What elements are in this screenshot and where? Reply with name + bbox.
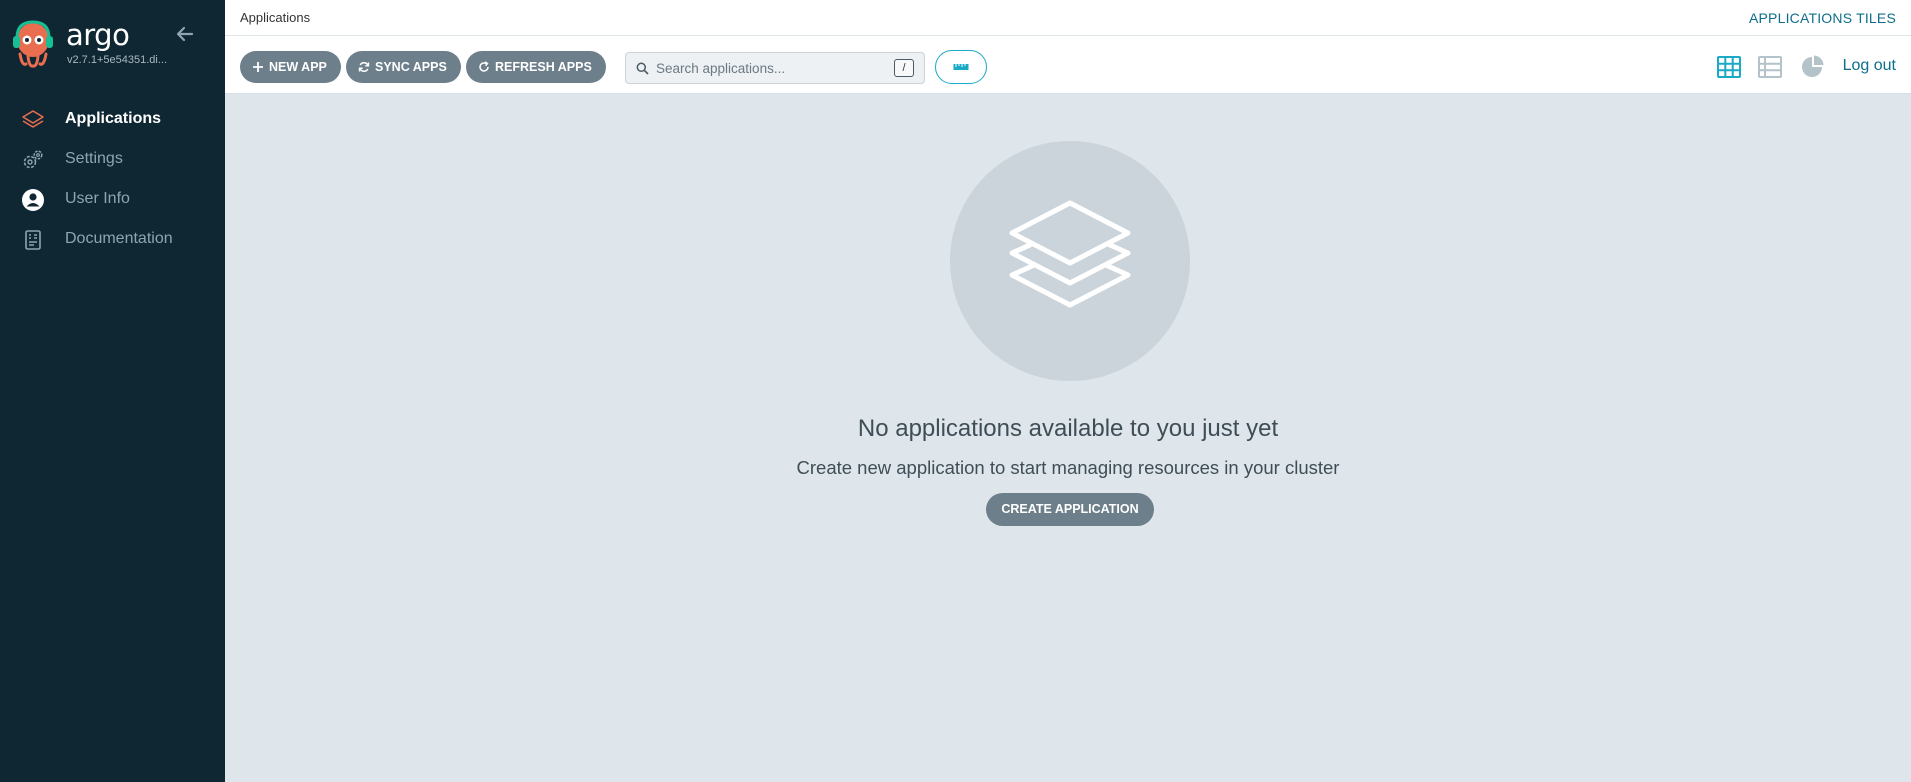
list-view-icon[interactable] bbox=[1757, 54, 1783, 80]
sidebar-item-label: Documentation bbox=[65, 230, 173, 247]
gears-icon bbox=[23, 150, 43, 169]
toolbar: NEW APP SYNC APPS REFRESH APPS / bbox=[225, 36, 1911, 94]
refresh-apps-label: REFRESH APPS bbox=[495, 60, 592, 74]
view-title: APPLICATIONS TILES bbox=[1748, 10, 1896, 26]
sync-apps-label: SYNC APPS bbox=[375, 60, 447, 74]
tiles-view-icon[interactable] bbox=[1716, 54, 1742, 80]
search-input[interactable] bbox=[656, 58, 876, 78]
empty-state-illustration bbox=[950, 141, 1190, 381]
search-shortcut-key: / bbox=[894, 59, 914, 77]
argo-octopus-logo-icon bbox=[13, 20, 53, 68]
refresh-apps-button[interactable]: REFRESH APPS bbox=[466, 51, 606, 83]
sidebar-item-label: User Info bbox=[65, 190, 130, 207]
sidebar-item-documentation[interactable]: Documentation bbox=[0, 220, 225, 260]
sidebar-item-label: Settings bbox=[65, 150, 123, 167]
sidebar: argo v2.7.1+5e54351.di... Applications S… bbox=[0, 0, 225, 782]
search-box: / bbox=[625, 52, 925, 84]
arrow-left-icon[interactable] bbox=[173, 22, 197, 46]
new-app-label: NEW APP bbox=[269, 60, 327, 74]
plus-icon bbox=[253, 62, 263, 72]
logout-link[interactable]: Log out bbox=[1843, 57, 1896, 75]
sidebar-item-applications[interactable]: Applications bbox=[0, 100, 225, 140]
search-icon bbox=[636, 62, 649, 75]
summary-pie-chart-icon[interactable] bbox=[1799, 54, 1825, 80]
filters-toggle-button[interactable] bbox=[935, 50, 987, 84]
book-icon bbox=[25, 230, 41, 250]
brand-version: v2.7.1+5e54351.di... bbox=[67, 54, 167, 66]
stacked-layers-icon bbox=[1009, 200, 1131, 308]
user-circle-icon bbox=[22, 189, 44, 211]
brand-name: argo bbox=[66, 18, 130, 52]
new-app-button[interactable]: NEW APP bbox=[240, 51, 341, 83]
layers-icon bbox=[22, 110, 44, 128]
sidebar-item-label: Applications bbox=[65, 110, 162, 127]
refresh-icon bbox=[479, 61, 489, 72]
sync-apps-button[interactable]: SYNC APPS bbox=[346, 51, 461, 83]
sidebar-nav: Applications Settings User Info Document… bbox=[0, 100, 225, 260]
create-application-button[interactable]: CREATE APPLICATION bbox=[986, 493, 1154, 526]
ruler-icon bbox=[953, 64, 969, 70]
sync-icon bbox=[358, 62, 370, 72]
page-title: Applications bbox=[240, 10, 311, 25]
sidebar-item-settings[interactable]: Settings bbox=[0, 140, 225, 180]
top-bar: Applications APPLICATIONS TILES bbox=[225, 0, 1911, 36]
sidebar-item-user-info[interactable]: User Info bbox=[0, 180, 225, 220]
empty-state: No applications available to you just ye… bbox=[225, 95, 1911, 782]
empty-state-title: No applications available to you just ye… bbox=[857, 415, 1279, 442]
empty-state-subtitle: Create new application to start managing… bbox=[796, 457, 1340, 478]
